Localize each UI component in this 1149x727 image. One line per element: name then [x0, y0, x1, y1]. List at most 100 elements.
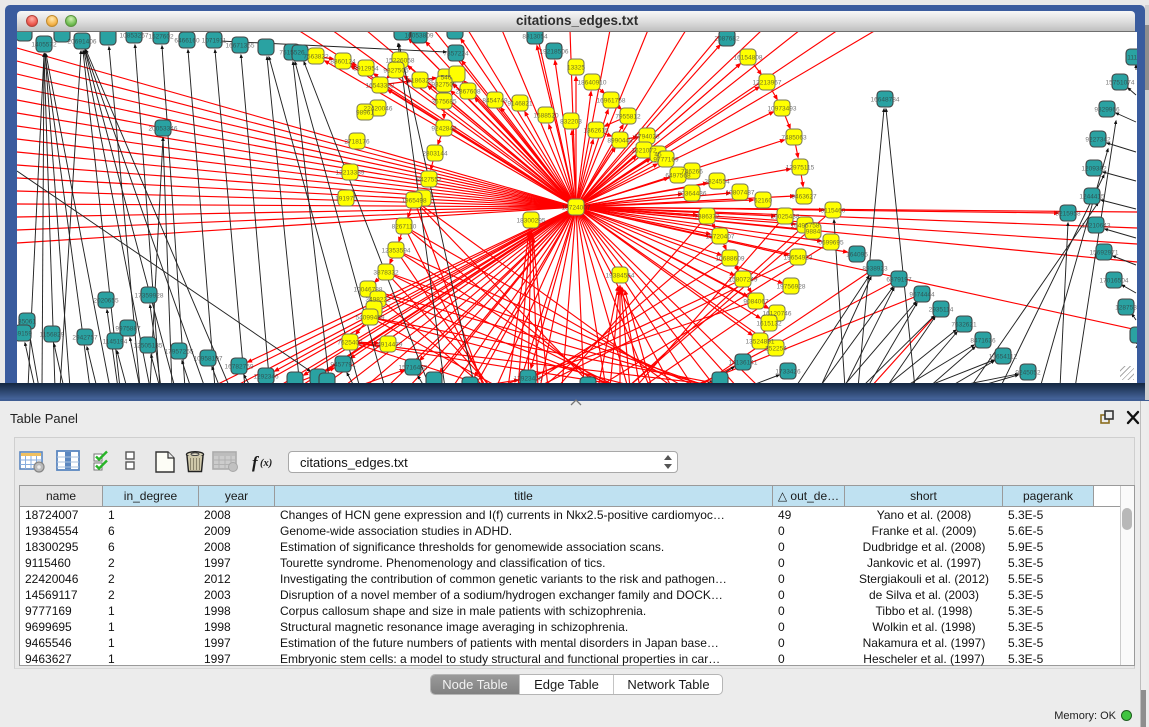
- svg-text:9884: 9884: [806, 229, 821, 236]
- svg-text:16053809: 16053809: [405, 33, 434, 40]
- svg-text:252254: 252254: [765, 346, 787, 353]
- svg-text:12353594: 12353594: [382, 248, 411, 255]
- svg-text:17359928: 17359928: [135, 293, 164, 300]
- svg-text:9777169: 9777169: [653, 157, 679, 164]
- svg-text:1292346: 1292346: [253, 374, 279, 381]
- svg-text:3824554: 3824554: [704, 179, 730, 186]
- svg-text:16671355: 16671355: [226, 43, 255, 50]
- svg-text:8938923: 8938923: [862, 266, 888, 273]
- svg-text:19218506: 19218506: [540, 49, 569, 56]
- svg-text:12213389: 12213389: [336, 170, 365, 177]
- svg-text:8267110: 8267110: [392, 224, 417, 231]
- svg-text:19384554: 19384554: [606, 273, 635, 280]
- svg-text:20691406: 20691406: [68, 39, 97, 46]
- svg-text:3498222: 3498222: [365, 297, 391, 304]
- svg-text:9245052: 9245052: [1015, 370, 1041, 377]
- svg-text:2867608: 2867608: [455, 89, 481, 96]
- svg-text:20053346: 20053346: [149, 126, 178, 133]
- svg-text:8912954: 8912954: [353, 66, 379, 73]
- svg-text:10654112: 10654112: [989, 354, 1018, 361]
- svg-text:3675685: 3675685: [431, 99, 457, 106]
- svg-text:7563822: 7563822: [303, 54, 329, 61]
- svg-text:10973493: 10973493: [768, 106, 797, 113]
- svg-text:14136141: 14136141: [729, 360, 758, 367]
- svg-text:16961758: 16961758: [597, 98, 626, 105]
- svg-text:17957255: 17957255: [165, 349, 194, 356]
- svg-text:16210643: 16210643: [1082, 223, 1111, 230]
- svg-text:16154808: 16154808: [734, 55, 763, 62]
- svg-text:7515526: 7515526: [279, 50, 305, 57]
- svg-text:6466160: 6466160: [174, 38, 200, 45]
- svg-text:18640910: 18640910: [578, 80, 607, 87]
- svg-text:15751074: 15751074: [1106, 80, 1135, 87]
- svg-text:7357224: 7357224: [443, 51, 469, 58]
- svg-text:0699695: 0699695: [818, 240, 844, 247]
- svg-text:16543382: 16543382: [366, 83, 395, 90]
- svg-text:14914479: 14914479: [374, 342, 403, 349]
- svg-text:9463627: 9463627: [791, 194, 817, 201]
- svg-text:9084067: 9084067: [743, 299, 769, 306]
- svg-text:1145194: 1145194: [103, 339, 128, 346]
- svg-text:15692971: 15692971: [1090, 250, 1119, 257]
- svg-text:20364436: 20364436: [678, 191, 707, 198]
- svg-text:9227342: 9227342: [1085, 137, 1111, 144]
- svg-text:16782759: 16782759: [225, 364, 254, 371]
- svg-text:10958107: 10958107: [194, 356, 223, 363]
- svg-text:1733426: 1733426: [775, 369, 801, 376]
- svg-text:(x): (x): [260, 458, 272, 469]
- svg-text:15807249: 15807249: [729, 277, 758, 284]
- svg-text:12975115: 12975115: [786, 165, 815, 172]
- svg-text:1112: 1112: [1127, 55, 1137, 62]
- svg-text:16120746: 16120746: [763, 311, 792, 318]
- svg-text:1527602: 1527602: [148, 34, 174, 41]
- svg-text:18724007: 18724007: [562, 205, 591, 212]
- svg-text:8427552: 8427552: [416, 177, 442, 184]
- svg-text:128753: 128753: [1115, 305, 1137, 312]
- svg-text:6879197: 6879197: [886, 277, 912, 284]
- svg-text:19654923: 19654923: [784, 255, 813, 262]
- svg-text:12923468: 12923468: [514, 376, 543, 383]
- svg-text:35061: 35061: [18, 319, 36, 326]
- svg-text:9457791: 9457791: [330, 362, 356, 369]
- svg-text:18300295: 18300295: [517, 218, 546, 225]
- svg-text:1405572: 1405572: [31, 42, 57, 49]
- svg-text:9674444: 9674444: [909, 292, 935, 299]
- svg-text:2942757: 2942757: [72, 335, 98, 342]
- svg-text:1615132: 1615132: [756, 321, 782, 328]
- svg-text:6794028: 6794028: [634, 134, 660, 141]
- svg-text:2020655: 2020655: [93, 298, 119, 305]
- svg-text:3878332: 3878332: [373, 270, 399, 277]
- svg-text:8186328: 8186328: [407, 78, 433, 85]
- svg-text:54099489: 54099489: [356, 315, 385, 322]
- svg-text:8454749: 8454749: [482, 98, 508, 105]
- svg-text:8471636: 8471636: [970, 338, 996, 345]
- svg-text:10688609: 10688609: [716, 256, 745, 263]
- svg-text:7632621: 7632621: [951, 322, 977, 329]
- svg-text:10025438: 10025438: [771, 214, 800, 221]
- svg-text:2087682: 2087682: [714, 36, 740, 43]
- svg-text:9329966: 9329966: [1094, 107, 1120, 114]
- svg-text:8215958: 8215958: [1055, 211, 1081, 218]
- svg-text:7625402: 7625402: [337, 340, 363, 347]
- svg-text:8860124: 8860124: [330, 59, 356, 66]
- svg-text:13524851: 13524851: [746, 339, 775, 346]
- svg-text:17016504: 17016504: [1100, 278, 1129, 285]
- svg-text:1244415: 1244415: [1079, 194, 1105, 201]
- svg-text:1156829: 1156829: [40, 332, 65, 339]
- svg-text:15720407: 15720407: [706, 234, 735, 241]
- svg-text:15716485: 15716485: [399, 365, 428, 372]
- svg-text:f: f: [252, 453, 260, 472]
- svg-text:98961: 98961: [356, 110, 374, 117]
- svg-text:2803144: 2803144: [422, 151, 448, 158]
- svg-text:1071911: 1071911: [202, 38, 227, 45]
- svg-text:6497568: 6497568: [665, 173, 691, 180]
- svg-text:10853267: 10853267: [120, 33, 149, 40]
- svg-text:12213967: 12213967: [753, 80, 782, 87]
- svg-text:9327505: 9327505: [383, 68, 409, 75]
- svg-text:9115460: 9115460: [821, 208, 846, 215]
- svg-text:1588520: 1588520: [533, 113, 559, 120]
- svg-text:546: 546: [441, 75, 452, 82]
- svg-text:7386372: 7386372: [694, 214, 720, 221]
- svg-text:16648784: 16648784: [871, 97, 900, 104]
- svg-text:2718176: 2718176: [344, 139, 370, 146]
